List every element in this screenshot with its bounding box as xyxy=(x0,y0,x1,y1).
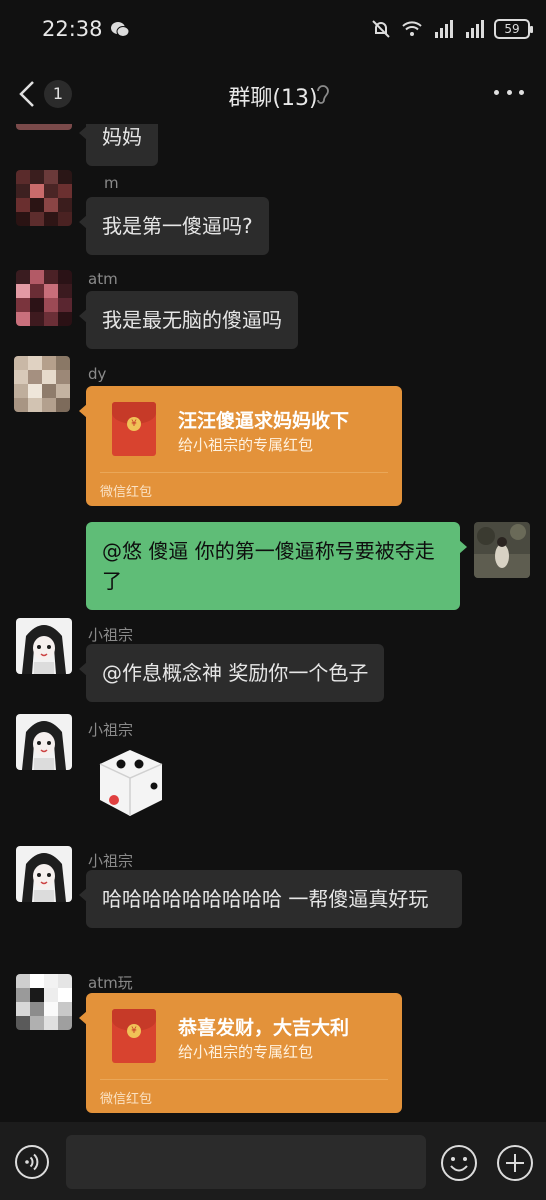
message-bubble[interactable]: 妈妈 xyxy=(79,124,158,166)
avatar[interactable] xyxy=(16,974,72,1030)
red-packet[interactable]: ¥ 汪汪傻逼求妈妈收下 给小祖宗的专属红包 微信红包 xyxy=(79,386,402,506)
avatar-image xyxy=(474,522,530,578)
message-bubble[interactable]: 我是最无脑的傻逼吗 xyxy=(79,291,298,349)
avatar-image xyxy=(14,356,70,412)
sender-name: dy xyxy=(88,365,107,383)
message-bubble[interactable]: @作息概念神 奖励你一个色子 xyxy=(78,644,385,702)
divider xyxy=(100,1079,388,1080)
avatar-self[interactable] xyxy=(474,522,530,578)
avatar[interactable] xyxy=(16,846,72,902)
input-bar xyxy=(0,1122,546,1200)
chat-header: 1 群聊(13) xyxy=(0,62,546,124)
red-packet-title: 恭喜发财，大吉大利 xyxy=(178,1017,350,1039)
avatar[interactable] xyxy=(14,356,70,412)
battery-icon: 59 xyxy=(494,19,533,39)
emoji-icon[interactable] xyxy=(440,1144,478,1182)
status-bar: 22:38 59 xyxy=(0,0,546,62)
status-icons: 59 xyxy=(370,18,533,40)
sender-name: 小祖宗 xyxy=(88,626,134,644)
red-packet-label: 微信红包 xyxy=(100,485,153,500)
wechat-icon xyxy=(111,22,130,37)
avatar[interactable] xyxy=(16,714,72,770)
avatar[interactable] xyxy=(16,270,72,326)
avatar-image xyxy=(16,618,72,674)
avatar[interactable] xyxy=(16,618,72,674)
message-input[interactable] xyxy=(66,1135,426,1189)
red-packet-icon: ¥ xyxy=(112,402,156,456)
avatar-image xyxy=(16,974,72,1030)
red-packet[interactable]: ¥ 恭喜发财，大吉大利 给小祖宗的专属红包 微信红包 xyxy=(79,993,402,1113)
dice-icon[interactable] xyxy=(90,742,170,822)
plus-icon[interactable] xyxy=(496,1144,534,1182)
more-icon[interactable] xyxy=(494,90,524,98)
chat-title: 群聊(13) xyxy=(228,86,318,111)
red-packet-icon: ¥ xyxy=(112,1009,156,1063)
avatar[interactable] xyxy=(16,124,72,130)
signal-icon xyxy=(466,20,484,38)
sender-name: 小祖宗 xyxy=(88,852,134,870)
avatar-image xyxy=(16,714,72,770)
message-bubble-mine[interactable]: @悠 傻逼 你的第一傻逼称号要被夺走了 xyxy=(86,522,467,610)
signal-icon xyxy=(435,20,453,38)
red-packet-label: 微信红包 xyxy=(100,1092,153,1107)
sender-name: atm xyxy=(88,270,118,288)
avatar-image xyxy=(16,846,72,902)
red-packet-subtitle: 给小祖宗的专属红包 xyxy=(178,1043,314,1061)
avatar-image xyxy=(16,170,72,226)
wifi-icon xyxy=(402,21,422,36)
message-list: 妈妈 m 我是第一傻逼吗? atm 我是最无脑的傻逼吗 dy ¥ 汪汪傻逼求妈妈… xyxy=(0,124,546,1122)
sender-name: m xyxy=(104,174,119,192)
red-packet-subtitle: 给小祖宗的专属红包 xyxy=(178,436,314,454)
status-time: 22:38 xyxy=(42,17,103,41)
ear-icon xyxy=(317,85,329,104)
red-packet-title: 汪汪傻逼求妈妈收下 xyxy=(178,410,350,432)
avatar-image xyxy=(16,270,72,326)
sender-name: 小祖宗 xyxy=(88,721,134,739)
voice-icon[interactable] xyxy=(14,1144,50,1180)
message-bubble[interactable]: 我是第一傻逼吗? xyxy=(79,197,269,255)
message-bubble[interactable]: 哈哈哈哈哈哈哈哈哈 一帮傻逼真好玩 xyxy=(79,870,462,928)
divider xyxy=(100,472,388,473)
mute-bell-icon xyxy=(372,20,390,38)
avatar[interactable] xyxy=(16,170,72,226)
sender-name: atm玩 xyxy=(88,974,133,992)
